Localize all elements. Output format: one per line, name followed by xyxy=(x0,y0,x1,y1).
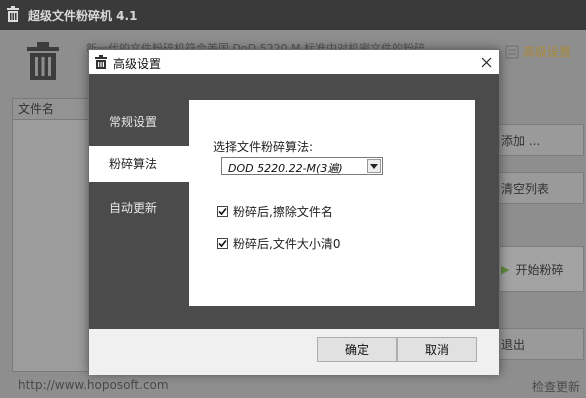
advanced-settings-link[interactable]: 高级设置 xyxy=(505,43,571,60)
website-link[interactable]: http://www.hoposoft.com xyxy=(18,378,169,392)
algorithm-label: 选择文件粉碎算法: xyxy=(213,140,314,154)
start-shred-label: 开始粉碎 xyxy=(515,262,564,277)
checkbox-checked-icon[interactable] xyxy=(217,238,228,249)
advanced-settings-label: 高级设置 xyxy=(523,45,572,59)
advanced-settings-dialog: 高级设置 常规设置 粉碎算法 自动更新 选择文件粉碎算法: DOD 5220.2… xyxy=(88,49,500,375)
close-icon xyxy=(481,57,491,67)
ok-button[interactable]: 确定 xyxy=(317,337,397,362)
algorithm-select-value: DOD 5220.22-M(3遍) xyxy=(228,162,343,175)
zero-filesize-label: 粉碎后,文件大小清0 xyxy=(233,237,341,251)
cancel-button[interactable]: 取消 xyxy=(397,337,477,362)
algorithm-settings-panel: 选择文件粉碎算法: DOD 5220.22-M(3遍) 粉碎后,擦除文件名 粉碎… xyxy=(189,100,475,306)
add-label: 添加 ... xyxy=(501,133,541,148)
close-button[interactable] xyxy=(473,50,499,74)
clear-list-button[interactable]: 清空列表 xyxy=(492,172,584,204)
app-title: 超级文件粉碎机 4.1 xyxy=(28,9,138,23)
trash-icon xyxy=(27,42,59,80)
checkbox-checked-icon[interactable] xyxy=(217,206,228,217)
trash-icon xyxy=(95,55,107,69)
dialog-footer: 确定 取消 xyxy=(89,329,499,375)
algorithm-select[interactable]: DOD 5220.22-M(3遍) xyxy=(221,157,383,175)
exit-label: 退出 xyxy=(501,337,526,352)
dialog-titlebar: 高级设置 xyxy=(89,50,499,74)
app-titlebar: 超级文件粉碎机 4.1 xyxy=(0,0,586,30)
trash-icon xyxy=(7,6,19,22)
erase-filename-checkbox[interactable]: 粉碎后,擦除文件名 xyxy=(217,203,333,220)
file-list-header: 文件名 xyxy=(13,99,93,120)
nav-general-settings[interactable]: 常规设置 xyxy=(89,104,189,140)
dialog-title: 高级设置 xyxy=(113,57,162,71)
play-icon: ▶ xyxy=(501,262,510,276)
dialog-body: 常规设置 粉碎算法 自动更新 选择文件粉碎算法: DOD 5220.22-M(3… xyxy=(89,74,499,329)
erase-filename-label: 粉碎后,擦除文件名 xyxy=(233,205,333,219)
nav-auto-update[interactable]: 自动更新 xyxy=(89,190,189,226)
exit-button[interactable]: 退出 xyxy=(492,328,584,360)
nav-shred-algorithm[interactable]: 粉碎算法 xyxy=(89,146,189,182)
start-shred-button[interactable]: ▶ 开始粉碎 xyxy=(492,246,584,292)
zero-filesize-checkbox[interactable]: 粉碎后,文件大小清0 xyxy=(217,235,340,252)
settings-icon xyxy=(505,44,519,59)
add-button[interactable]: 添加 ... xyxy=(492,124,584,156)
clear-list-label: 清空列表 xyxy=(501,181,550,196)
check-update-link[interactable]: 检查更新 xyxy=(532,378,580,395)
file-list[interactable]: 文件名 xyxy=(12,98,94,372)
chevron-down-icon[interactable] xyxy=(367,159,381,173)
